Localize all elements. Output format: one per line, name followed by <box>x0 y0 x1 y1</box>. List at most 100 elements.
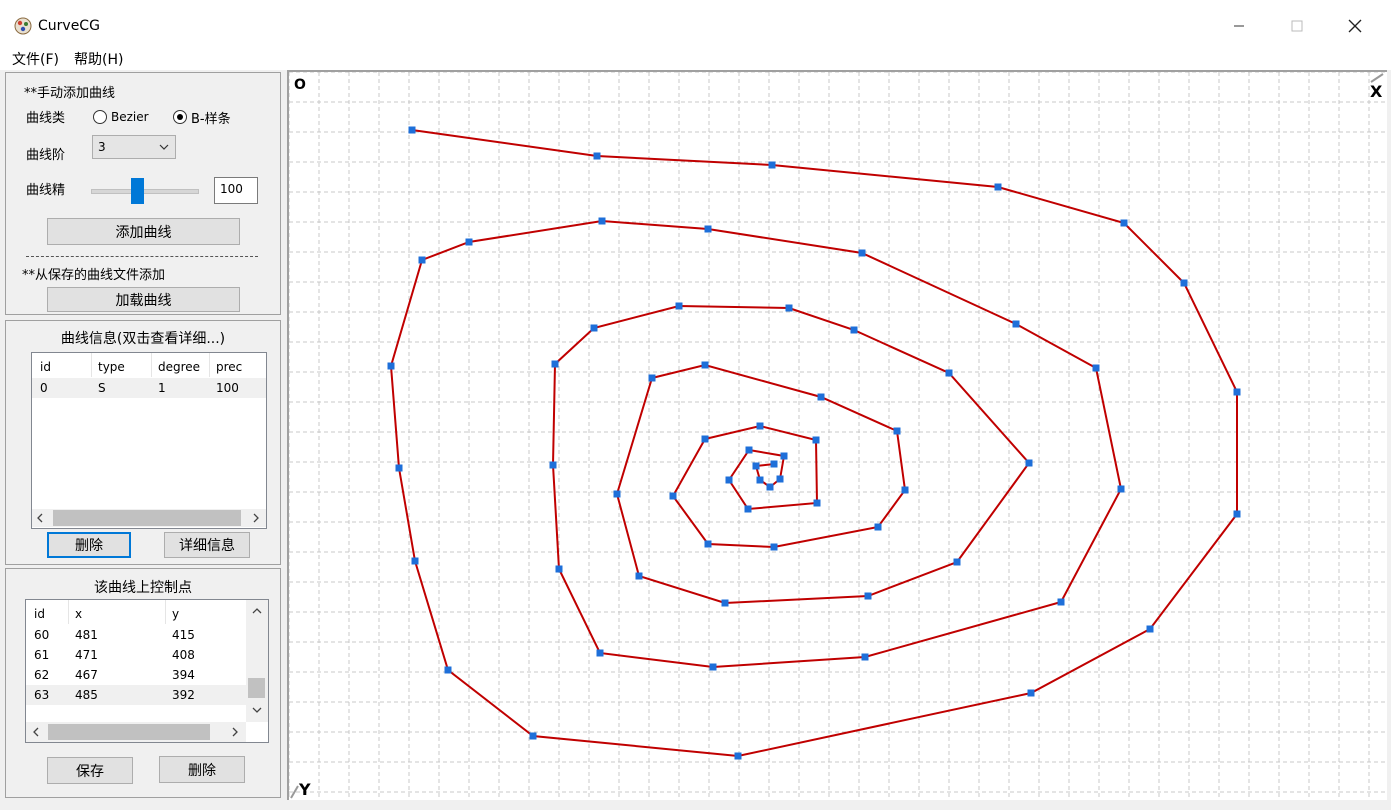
control-point[interactable] <box>555 565 563 573</box>
control-point[interactable] <box>756 476 764 484</box>
precision-input[interactable]: 100 <box>214 177 258 204</box>
control-point[interactable] <box>725 476 733 484</box>
table-row[interactable]: 60 481 415 <box>26 625 246 645</box>
control-point[interactable] <box>850 326 858 334</box>
control-point[interactable] <box>395 464 403 472</box>
control-point[interactable] <box>1027 689 1035 697</box>
bezier-radio[interactable] <box>93 110 107 124</box>
control-point[interactable] <box>752 462 760 470</box>
control-point[interactable] <box>745 446 753 454</box>
control-point[interactable] <box>418 256 426 264</box>
control-point[interactable] <box>770 543 778 551</box>
control-point[interactable] <box>701 435 709 443</box>
curve-plot[interactable] <box>289 72 1387 800</box>
menu-help[interactable]: 帮助(H) <box>74 49 123 69</box>
control-point[interactable] <box>596 649 604 657</box>
precision-slider-thumb[interactable] <box>130 178 144 204</box>
scrollbar-thumb[interactable] <box>248 678 265 698</box>
curve-details-button[interactable]: 详细信息 <box>164 532 250 558</box>
control-point[interactable] <box>776 475 784 483</box>
control-point[interactable] <box>812 436 820 444</box>
bezier-radio-label[interactable]: Bezier <box>111 110 149 124</box>
scrollbar-thumb[interactable] <box>53 510 241 526</box>
control-point[interactable] <box>744 505 752 513</box>
precision-slider-track[interactable] <box>91 189 199 194</box>
control-point[interactable] <box>817 393 825 401</box>
control-point[interactable] <box>813 499 821 507</box>
chevron-right-icon[interactable] <box>231 727 239 737</box>
table-row[interactable]: 0 S 1 100 <box>32 378 266 398</box>
control-point[interactable] <box>590 324 598 332</box>
menu-file[interactable]: 文件(F) <box>12 49 59 69</box>
control-point[interactable] <box>709 663 717 671</box>
control-point[interactable] <box>1092 364 1100 372</box>
minimize-button[interactable] <box>1216 8 1262 44</box>
control-point[interactable] <box>953 558 961 566</box>
control-point[interactable] <box>1117 485 1125 493</box>
control-point[interactable] <box>874 523 882 531</box>
chevron-left-icon[interactable] <box>32 727 40 737</box>
control-point[interactable] <box>1180 279 1188 287</box>
delete-curve-button[interactable]: 删除 <box>47 532 131 558</box>
column-header-id[interactable]: id <box>34 607 45 621</box>
control-point[interactable] <box>701 361 709 369</box>
bspline-radio[interactable] <box>173 110 187 124</box>
delete-point-button[interactable]: 删除 <box>159 756 245 783</box>
column-header-type[interactable]: type <box>98 360 125 374</box>
control-point[interactable] <box>408 126 416 134</box>
control-point[interactable] <box>444 666 452 674</box>
control-point[interactable] <box>411 557 419 565</box>
chevron-right-icon[interactable] <box>252 513 260 523</box>
close-button[interactable] <box>1332 8 1378 44</box>
bspline-radio-label[interactable]: B-样条 <box>191 108 231 127</box>
control-point[interactable] <box>770 460 778 468</box>
control-point[interactable] <box>704 540 712 548</box>
control-point[interactable] <box>994 183 1002 191</box>
control-point[interactable] <box>675 302 683 310</box>
add-curve-button[interactable]: 添加曲线 <box>47 218 240 245</box>
vertical-scrollbar[interactable] <box>246 600 268 722</box>
control-points-table[interactable]: id x y 60 481 415 61 471 408 62 467 394 … <box>25 599 269 743</box>
save-points-button[interactable]: 保存 <box>47 757 133 784</box>
control-point[interactable] <box>704 225 712 233</box>
control-point[interactable] <box>387 362 395 370</box>
control-point[interactable] <box>721 599 729 607</box>
control-point[interactable] <box>648 374 656 382</box>
chevron-up-icon[interactable] <box>252 607 262 615</box>
control-point[interactable] <box>945 369 953 377</box>
horizontal-scrollbar[interactable] <box>32 509 266 527</box>
control-point[interactable] <box>734 752 742 760</box>
control-point[interactable] <box>861 653 869 661</box>
control-point[interactable] <box>598 217 606 225</box>
scrollbar-thumb[interactable] <box>48 724 210 740</box>
control-point[interactable] <box>549 461 557 469</box>
control-point[interactable] <box>613 490 621 498</box>
control-point[interactable] <box>529 732 537 740</box>
control-point[interactable] <box>785 304 793 312</box>
horizontal-scrollbar[interactable] <box>26 722 246 742</box>
table-row[interactable]: 63 485 392 <box>26 685 246 705</box>
control-point[interactable] <box>1146 625 1154 633</box>
control-point[interactable] <box>864 592 872 600</box>
control-point[interactable] <box>669 492 677 500</box>
control-point[interactable] <box>756 422 764 430</box>
table-row[interactable]: 62 467 394 <box>26 665 246 685</box>
column-header-id[interactable]: id <box>40 360 51 374</box>
column-header-y[interactable]: y <box>172 607 179 621</box>
control-point[interactable] <box>893 427 901 435</box>
control-point[interactable] <box>593 152 601 160</box>
chevron-down-icon[interactable] <box>252 706 262 714</box>
control-point[interactable] <box>858 249 866 257</box>
control-point[interactable] <box>465 238 473 246</box>
column-header-x[interactable]: x <box>75 607 82 621</box>
table-row[interactable]: 61 471 408 <box>26 645 246 665</box>
control-point[interactable] <box>551 360 559 368</box>
control-point[interactable] <box>635 572 643 580</box>
control-point[interactable] <box>1233 510 1241 518</box>
column-header-degree[interactable]: degree <box>158 360 200 374</box>
control-point[interactable] <box>768 161 776 169</box>
control-point[interactable] <box>1012 320 1020 328</box>
degree-select[interactable]: 3 <box>92 135 176 159</box>
maximize-button[interactable] <box>1274 8 1320 44</box>
control-point[interactable] <box>1057 598 1065 606</box>
